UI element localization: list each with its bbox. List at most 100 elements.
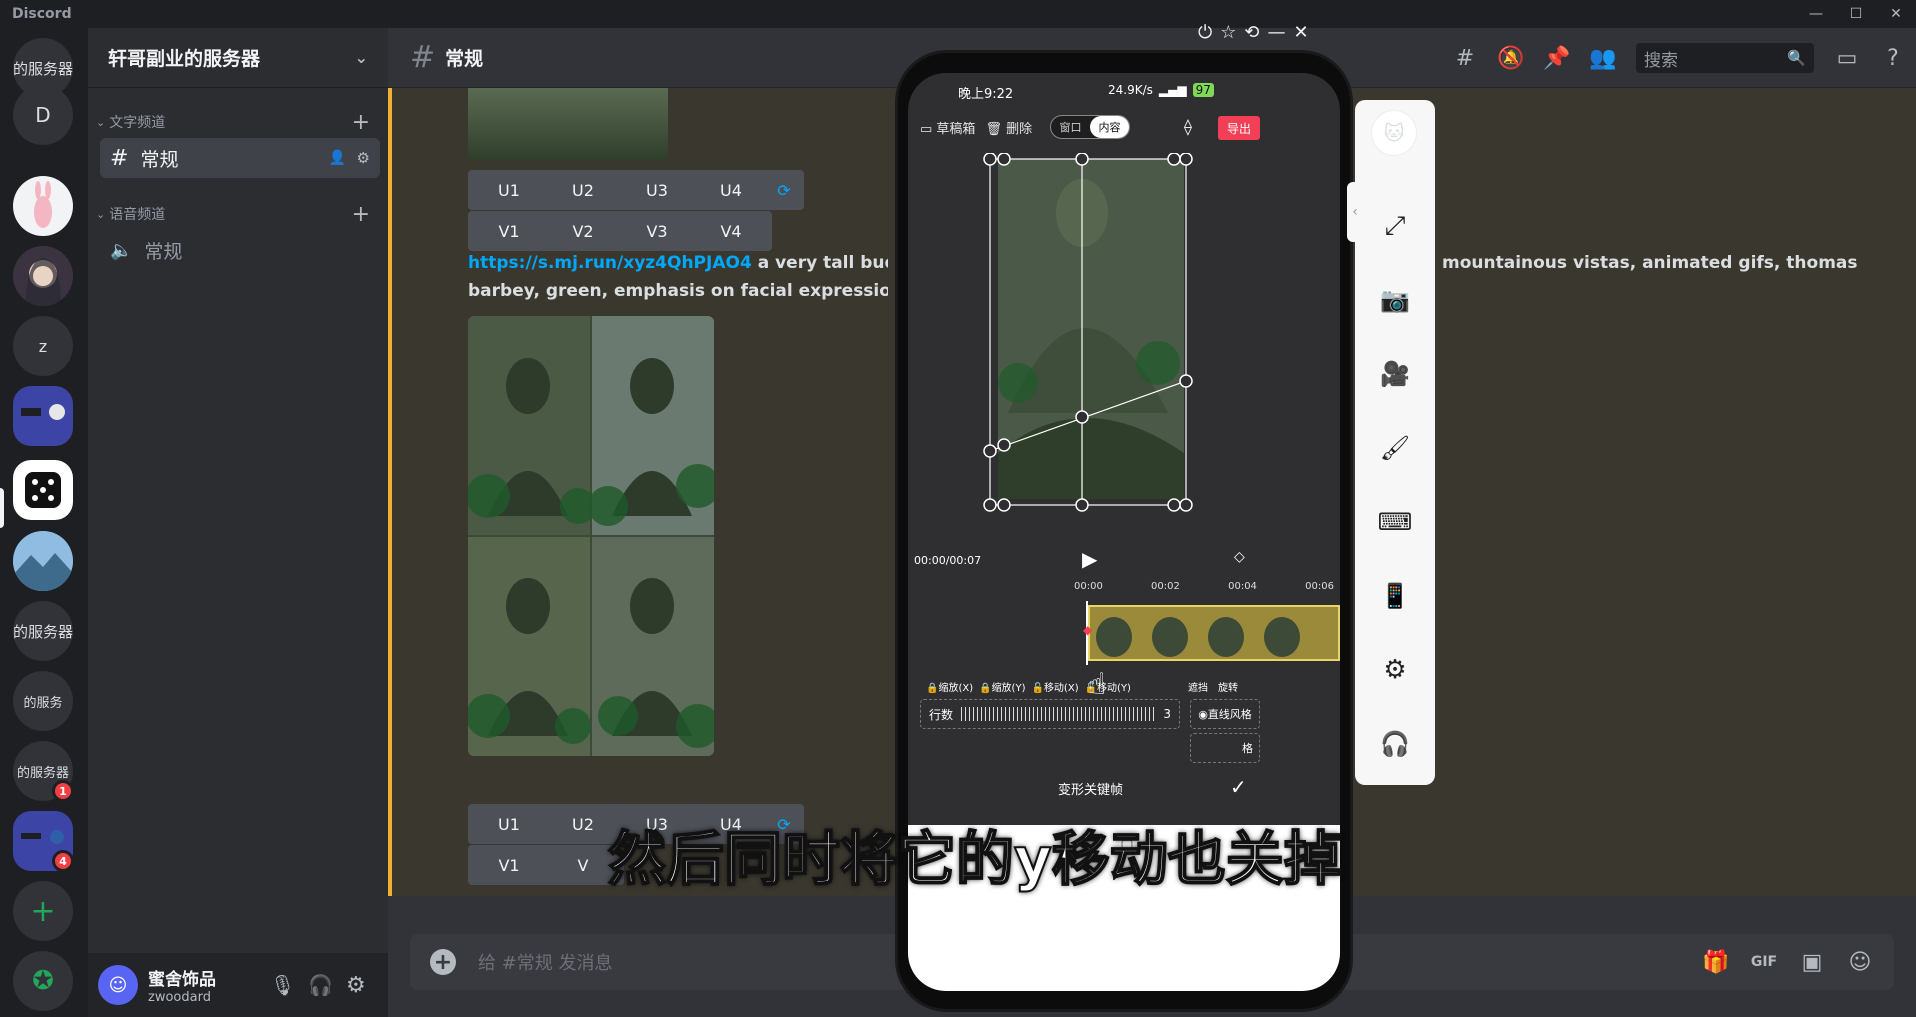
brush-icon[interactable]: 🖌 xyxy=(1375,428,1415,468)
settings-gear-icon[interactable]: ⚙ xyxy=(346,973,366,998)
drafts-button[interactable]: ▭ 草稿箱 xyxy=(920,118,975,137)
upscale-button[interactable]: U1 xyxy=(468,804,550,844)
minimize-icon[interactable]: — xyxy=(1267,22,1285,48)
mute-bell-icon[interactable]: 🔕 xyxy=(1488,46,1534,71)
microphone-icon[interactable]: 🎙 xyxy=(270,973,295,997)
pin-icon[interactable]: 📌 xyxy=(1534,46,1580,71)
upscale-button[interactable]: U2 xyxy=(542,170,624,210)
pin-star-icon[interactable]: ☆ xyxy=(1220,22,1236,48)
gif-icon[interactable]: GIF xyxy=(1740,954,1788,970)
channel-label: 常规 xyxy=(140,148,179,171)
style-line-option[interactable]: ◉ 直线风格 xyxy=(1190,699,1260,729)
search-input[interactable]: 搜索 🔍 xyxy=(1636,43,1814,73)
style-line-label: 直线风格 xyxy=(1207,708,1252,721)
inbox-icon[interactable]: ▭ xyxy=(1824,46,1870,71)
timeline-clip[interactable] xyxy=(1088,605,1340,661)
upscale-button[interactable]: U1 xyxy=(468,170,550,210)
server-item[interactable]: 的服务器 xyxy=(13,601,73,661)
option-move-x[interactable]: 🔓移动(X) xyxy=(1031,679,1078,694)
fullscreen-icon[interactable]: ⤢ xyxy=(1375,206,1415,246)
server-item[interactable] xyxy=(13,460,73,520)
rotate-icon[interactable]: ⟲ xyxy=(1244,22,1259,48)
minimize-button[interactable]: — xyxy=(1796,0,1836,28)
landscape-icon xyxy=(13,531,73,591)
image-grid[interactable] xyxy=(468,316,714,756)
help-icon[interactable]: ? xyxy=(1870,46,1916,71)
category-text[interactable]: ⌄ 文字频道 + xyxy=(96,110,380,135)
rotate-button[interactable]: 旋转 xyxy=(1218,679,1238,694)
variation-button[interactable]: V1 xyxy=(468,845,550,885)
guild-header[interactable]: 轩哥副业的服务器 ⌄ xyxy=(88,28,388,88)
emoji-icon[interactable]: ☺ xyxy=(1836,950,1884,975)
members-icon[interactable]: 👥 xyxy=(1580,46,1626,71)
avatar[interactable]: ☺ xyxy=(98,965,138,1005)
prompt-link[interactable]: https://s.mj.run/xyz4QhPJAO4 xyxy=(468,253,752,273)
channel-item-voice[interactable]: 🔈 常规 xyxy=(100,230,380,270)
video-record-icon[interactable]: 🎥 xyxy=(1375,354,1415,394)
option-scale-x[interactable]: 🔒缩放(X) xyxy=(926,679,973,694)
gear-icon[interactable]: ⚙ xyxy=(357,149,370,167)
camera-icon[interactable]: 📷 xyxy=(1375,280,1415,320)
upscale-button[interactable]: U3 xyxy=(616,170,698,210)
prompt-text-end: mountainous vistas, animated gifs, thoma… xyxy=(1442,253,1858,273)
mask-button[interactable]: 遮挡 xyxy=(1188,679,1208,694)
category-voice[interactable]: ⌄ 语音频道 + xyxy=(96,202,380,227)
channel-item-general[interactable]: # 常规 👤 ⚙ xyxy=(100,138,380,178)
play-icon[interactable]: ▶ xyxy=(1082,547,1097,571)
server-item[interactable] xyxy=(13,246,73,306)
close-icon[interactable]: ✕ xyxy=(1293,22,1308,48)
keyframe-diamond-icon[interactable]: ◇ xyxy=(1234,549,1245,565)
variation-button[interactable]: V3 xyxy=(616,211,698,251)
slider-track[interactable] xyxy=(961,707,1156,721)
keyboard-icon[interactable]: ⌨ xyxy=(1375,502,1415,542)
settings-icon[interactable]: ⚙ xyxy=(1375,650,1415,690)
server-item[interactable]: D xyxy=(13,85,73,145)
user-panel: ☺ 蜜舍饰品 zwoodard 🎙 🎧 ⚙ xyxy=(88,953,388,1017)
user-tag: zwoodard xyxy=(148,990,211,1005)
collapse-icon[interactable]: ‹ xyxy=(1347,182,1363,242)
sticker-icon[interactable]: ▣ xyxy=(1788,950,1836,975)
export-button[interactable]: 导出 xyxy=(1218,116,1260,140)
keyframe-marker-icon: ◆ xyxy=(1083,623,1093,637)
mode-content[interactable]: 内容 xyxy=(1090,116,1129,138)
server-item[interactable]: 的服务 xyxy=(13,671,73,731)
phone-icon[interactable]: 📱 xyxy=(1375,576,1415,616)
variation-button[interactable]: V2 xyxy=(542,211,624,251)
mode-window[interactable]: 窗口 xyxy=(1051,116,1090,138)
server-item[interactable]: z xyxy=(13,316,73,376)
mascot-avatar[interactable]: 🐱 xyxy=(1371,110,1417,156)
transform-preview[interactable] xyxy=(978,153,1208,513)
upscale-button[interactable]: U4 xyxy=(690,170,772,210)
variation-button[interactable]: V4 xyxy=(690,211,772,251)
headphones-icon[interactable]: 🎧 xyxy=(308,973,333,997)
image-grid-partial[interactable] xyxy=(468,88,668,160)
create-channel-icon[interactable]: + xyxy=(352,110,370,135)
invite-icon[interactable]: 👤 xyxy=(329,150,346,166)
category-label: 文字频道 xyxy=(109,115,166,131)
power-icon[interactable]: ⏻ xyxy=(1198,22,1212,48)
gift-icon[interactable]: 🎁 xyxy=(1692,950,1740,975)
server-rail: 的服务器 D z 的服务器 的服务 的服务器 1 4 + ✪ xyxy=(0,28,88,1017)
create-channel-icon[interactable]: + xyxy=(352,202,370,227)
headset-icon[interactable]: 🎧 xyxy=(1375,724,1415,764)
server-item[interactable] xyxy=(13,176,73,236)
attach-plus-icon[interactable]: + xyxy=(430,949,456,975)
mode-toggle[interactable]: 窗口 内容 xyxy=(1050,115,1130,139)
maximize-button[interactable]: ☐ xyxy=(1836,0,1876,28)
close-button[interactable]: ✕ xyxy=(1876,0,1916,28)
server-item[interactable] xyxy=(13,531,73,591)
explore-button[interactable]: ✪ xyxy=(13,951,73,1011)
server-item[interactable] xyxy=(13,386,73,446)
phone-status: 24.9K/s ▂▄▆ 97 xyxy=(1108,83,1214,97)
prompt-text-line2: barbey, green, emphasis on facial expres… xyxy=(468,281,888,301)
style-grid-option[interactable]: 格 xyxy=(1190,733,1260,763)
variation-button[interactable]: V1 xyxy=(468,211,550,251)
confirm-check-icon[interactable]: ✓ xyxy=(1230,775,1247,799)
option-scale-y[interactable]: 🔒缩放(Y) xyxy=(979,679,1025,694)
delete-button[interactable]: 🗑 删除 xyxy=(985,118,1032,137)
rows-slider[interactable]: 行数 3 xyxy=(920,699,1180,729)
reroll-button[interactable]: ⟳ xyxy=(764,170,804,210)
layers-icon[interactable]: ⟠ xyxy=(1184,117,1192,136)
threads-icon[interactable]: # xyxy=(1442,46,1488,71)
add-server-button[interactable]: + xyxy=(13,881,73,941)
